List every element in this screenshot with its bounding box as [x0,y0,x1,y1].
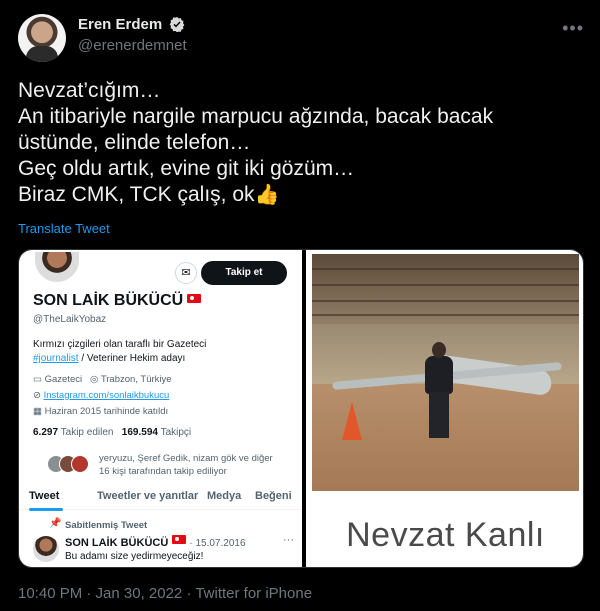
tweet-timestamp[interactable]: 10:40 PM · Jan 30, 2022 · Twitter for iP… [18,585,312,602]
profile-tabs: Tweet Tweetler ve yanıtlar Medya Beğeni [19,486,302,511]
bio-line: #journalist / Veteriner Hekim adayı [33,352,293,366]
more-options-icon: ··· [283,534,294,546]
follow-button: Takip et [201,261,287,285]
tweet-line: An itibariyle nargile marpucu ağzında, b… [18,105,494,128]
profile-website: Instagram.com/sonlaikbukucu [43,390,170,401]
author-name[interactable]: Eren Erdem [78,16,185,33]
pinned-name: SON LAİK BÜKÜCÜ [65,537,169,549]
bio-line: Kırmızı çizgileri olan taraflı bir Gazet… [33,339,207,350]
tweet-line: Nevzat’cığım… [18,79,161,102]
pinned-date: · 15.07.2016 [189,538,246,549]
followers-count: 169.594 [121,427,158,438]
hangar-photo-panel[interactable]: Nevzat Kanlı [306,250,583,567]
traffic-cone [342,402,362,440]
followed-by-line: 16 kişi tarafından takip ediliyor [99,466,227,477]
location-icon: ◎ [90,374,99,385]
pinned-avatar [33,536,59,562]
profile-category: Gazeteci [44,374,83,385]
profile-meta: ▭ Gazeteci ◎ Trabzon, Türkiye ⊘ Instagra… [33,372,295,420]
followed-by: yeryuzu, Şeref Gedik, nizam gök ve diğer… [33,452,295,480]
turkey-flag-icon [187,294,202,303]
follower-avatar [71,455,89,473]
meta-row: ⊘ Instagram.com/sonlaikbukucu [33,388,295,404]
turkey-flag-icon [172,535,187,544]
pinned-text: Bu adamı size yedirmeyeceğiz! [65,551,204,562]
profile-stats: 6.297 Takip edilen 169.594 Takipçi [33,427,191,438]
bio-rest: / Veteriner Hekim adayı [78,353,186,364]
meta-row: ▦ Haziran 2015 tarihinde katıldı [33,404,295,420]
following-count: 6.297 [33,427,59,438]
tweet-line: Biraz CMK, TCK çalış, ok [18,183,255,206]
meta-row: ▭ Gazeteci ◎ Trabzon, Türkiye [33,372,295,388]
author-avatar[interactable] [18,14,66,62]
profile-handle: @TheLaikYobaz [33,314,107,325]
followed-by-line: yeryuzu, Şeref Gedik, nizam gök ve diğer [99,453,273,464]
tweet-line: Geç oldu artık, evine git iki gözüm… [18,157,355,180]
active-tab-indicator [29,508,63,511]
tweet-text: Nevzat’cığım… An itibariyle nargile marp… [18,78,584,208]
pinned-header: SON LAİK BÜKÜCÜ · 15.07.2016 [65,535,246,549]
tweet-line: üstünde, elinde telefon… [18,131,251,154]
photo-caption: Nevzat Kanlı [346,516,545,554]
link-icon: ⊘ [33,390,41,401]
following-label: Takip edilen [60,427,114,438]
author-display-name[interactable]: Eren Erdem [78,16,162,33]
profile-name: SON LAİK BÜKÜCÜ [33,292,202,310]
profile-location: Trabzon, Türkiye [100,374,172,385]
profile-avatar [33,250,81,284]
mail-icon: ✉ [175,262,197,284]
tab-replies: Tweetler ve yanıtlar [97,490,199,502]
tab-media: Medya [207,490,242,502]
tweet-line-last: Biraz CMK, TCK çalış, ok👍 [18,182,584,208]
hashtag-link: #journalist [33,353,79,364]
tab-tweets: Tweet [29,490,60,502]
author-handle[interactable]: @erenerdemnet [78,37,187,54]
profile-joined: Haziran 2015 tarihinde katıldı [44,406,169,417]
embedded-profile-screenshot[interactable]: ✉ Takip et SON LAİK BÜKÜCÜ @TheLaikYobaz… [19,250,302,567]
pinned-label: Sabitlenmiş Tweet [65,520,148,531]
hangar-photo [312,254,579,491]
more-options-icon[interactable]: ••• [562,18,584,39]
followed-by-text: yeryuzu, Şeref Gedik, nizam gök ve diğer… [99,452,295,478]
verified-badge-icon [170,17,185,32]
tweet-header: Eren Erdem @erenerdemnet ••• [16,12,584,64]
profile-name-text: SON LAİK BÜKÜCÜ [33,292,184,309]
tab-likes: Beğeni [255,490,292,502]
profile-bio: Kırmızı çizgileri olan taraflı bir Gazet… [33,338,293,366]
pin-icon: 📌 [49,518,62,529]
tweet-media[interactable]: ✉ Takip et SON LAİK BÜKÜCÜ @TheLaikYobaz… [18,249,584,568]
translate-tweet-link[interactable]: Translate Tweet [18,221,110,236]
briefcase-icon: ▭ [33,374,42,385]
thumbs-up-emoji: 👍 [254,184,280,206]
calendar-icon: ▦ [33,406,42,417]
followers-label: Takipçi [160,427,192,438]
